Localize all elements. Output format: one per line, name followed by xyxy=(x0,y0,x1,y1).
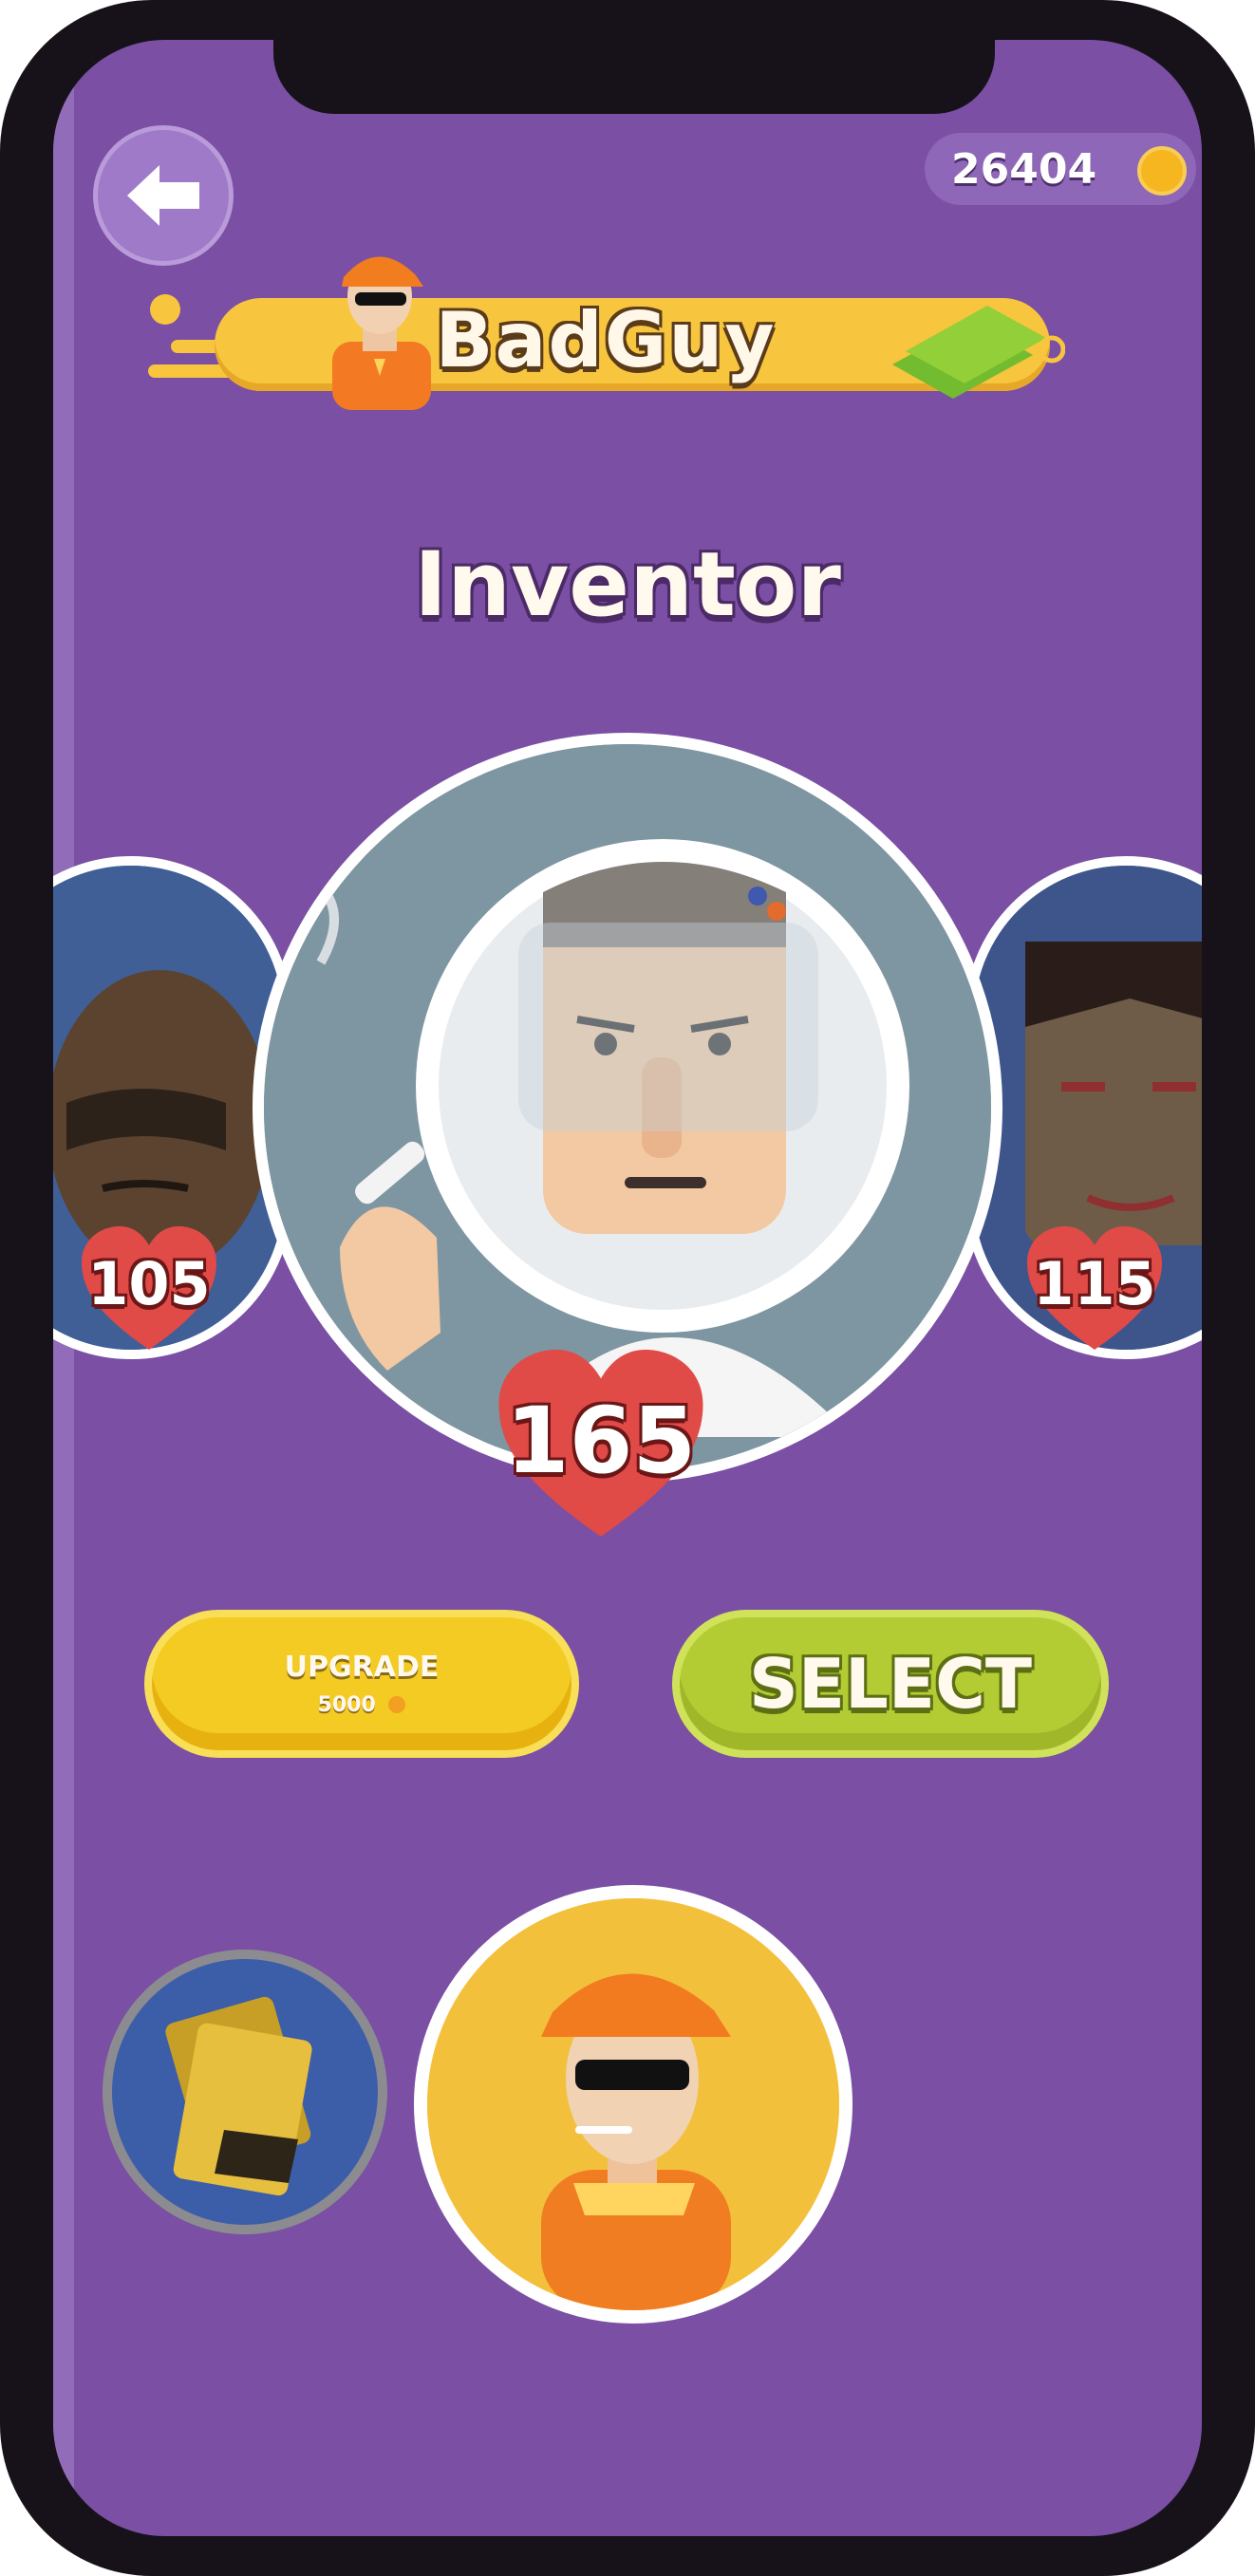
upgrade-cost: 5000 xyxy=(317,1693,376,1717)
character-right-health-value: 115 xyxy=(1033,1249,1156,1318)
game-screen: 26404 BadGuy Inventor 105 115 165 UPGRAD… xyxy=(53,40,1202,2536)
phone-frame: 26404 BadGuy Inventor 105 115 165 UPGRAD… xyxy=(0,0,1255,2576)
coin-icon xyxy=(1137,146,1187,196)
character-left-health: 105 xyxy=(78,1223,220,1355)
select-button[interactable]: SELECT xyxy=(672,1610,1109,1758)
character-title: Inventor xyxy=(414,533,841,637)
upgrade-label: UPGRADE xyxy=(284,1651,440,1684)
cards-icon xyxy=(165,1996,312,2196)
select-label: SELECT xyxy=(748,1644,1033,1724)
player-name: BadGuy xyxy=(435,296,777,384)
player-banner: BadGuy xyxy=(148,256,1097,410)
coin-icon xyxy=(388,1696,406,1713)
selected-character-button[interactable] xyxy=(414,1885,852,2324)
character-left-health-value: 105 xyxy=(87,1249,211,1318)
character-right-health: 115 xyxy=(1023,1223,1166,1355)
coin-count: 26404 xyxy=(951,144,1097,194)
character-center[interactable]: 165 xyxy=(253,733,1002,1537)
upgrade-button[interactable]: UPGRADE 5000 xyxy=(144,1610,579,1758)
cards-button[interactable] xyxy=(103,1950,387,2234)
back-arrow-icon xyxy=(127,165,199,226)
selected-character-avatar xyxy=(427,1898,839,2310)
cash-stack-icon xyxy=(885,296,1066,401)
upgrade-cost-row: 5000 xyxy=(318,1693,406,1717)
phone-notch xyxy=(273,40,995,114)
character-center-health-value: 165 xyxy=(505,1388,697,1494)
back-button[interactable] xyxy=(93,125,234,266)
coin-balance: 26404 xyxy=(925,133,1196,205)
character-center-health: 165 xyxy=(492,1344,710,1545)
